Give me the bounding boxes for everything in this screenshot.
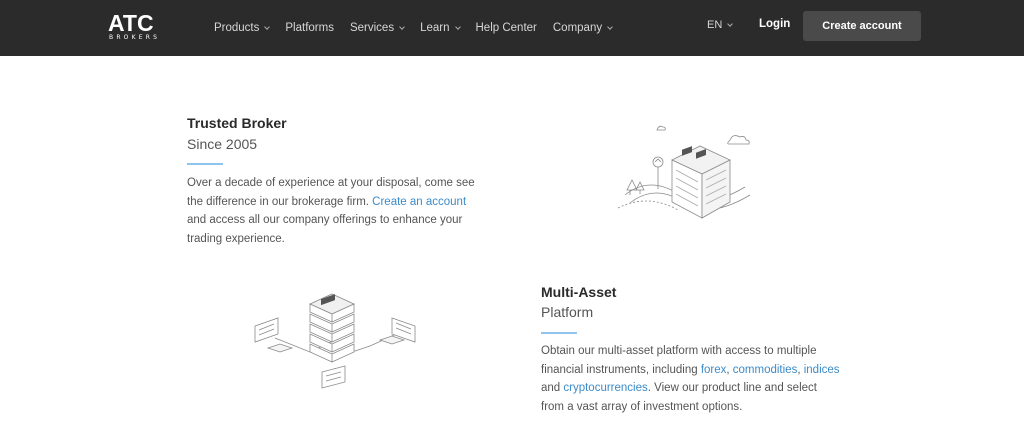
login-link[interactable]: Login — [759, 18, 790, 30]
separator-text: and — [541, 382, 564, 394]
accent-divider — [187, 163, 223, 165]
chevron-down-icon — [399, 23, 405, 30]
nav-learn-label: Learn — [420, 22, 450, 34]
main-nav: Products Platforms Services Learn Help C… — [214, 0, 628, 56]
nav-services-label: Services — [349, 22, 395, 34]
feature-title-trusted-broker: Trusted Broker — [187, 115, 287, 131]
create-account-button[interactable]: Create account — [803, 11, 921, 41]
logo-wordmark: ATC — [108, 10, 154, 36]
nav-help-center[interactable]: Help Center — [476, 22, 537, 34]
forex-link[interactable]: forex — [701, 364, 727, 376]
nav-learn[interactable]: Learn — [420, 22, 461, 34]
logo-subtitle: BROKERS — [109, 34, 161, 41]
server-stack-illustration — [254, 293, 416, 389]
feature-title-multi-asset: Multi-Asset — [541, 284, 617, 300]
nav-services[interactable]: Services — [349, 22, 405, 34]
chevron-down-icon — [264, 23, 271, 30]
language-label: EN — [707, 19, 723, 31]
top-navbar: ATC BROKERS Products Platforms Services … — [0, 0, 1024, 56]
cryptocurrencies-link[interactable]: cryptocurrencies — [563, 382, 647, 394]
language-selector[interactable]: EN — [707, 19, 734, 31]
indices-link[interactable]: indices — [804, 364, 840, 376]
chevron-down-icon — [727, 20, 734, 27]
office-building-illustration — [617, 125, 751, 219]
nav-company[interactable]: Company — [552, 22, 613, 34]
nav-platforms-label: Platforms — [285, 22, 334, 34]
nav-platforms[interactable]: Platforms — [285, 22, 334, 34]
body-text: and access all our company offerings to … — [187, 214, 463, 245]
atc-brokers-logo[interactable]: ATC BROKERS — [108, 12, 174, 42]
accent-divider — [541, 332, 577, 334]
commodities-link[interactable]: commodities — [733, 364, 798, 376]
feature-body-multi-asset: Obtain our multi-asset platform with acc… — [541, 342, 841, 416]
feature-subtitle-since: Since 2005 — [187, 136, 258, 152]
chevron-down-icon — [454, 23, 461, 30]
create-account-link[interactable]: Create an account — [372, 196, 466, 208]
nav-products[interactable]: Products — [214, 22, 271, 34]
chevron-down-icon — [607, 23, 613, 30]
nav-help-center-label: Help Center — [475, 22, 537, 34]
nav-company-label: Company — [552, 22, 603, 34]
nav-products-label: Products — [214, 22, 260, 34]
feature-body-trusted-broker: Over a decade of experience at your disp… — [187, 174, 477, 248]
feature-subtitle-platform: Platform — [541, 304, 594, 320]
